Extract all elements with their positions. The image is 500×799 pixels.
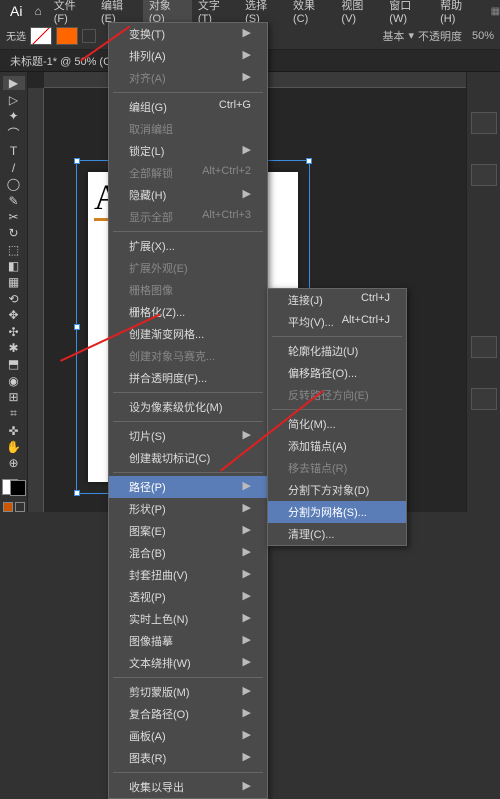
home-icon[interactable]: ⌂ [28,4,47,18]
tool-scissors[interactable]: ✂ [3,210,25,224]
panel-icon-libraries[interactable] [471,164,497,186]
menu-item[interactable]: 路径(P)▶ [109,476,267,498]
panel-icon-layers[interactable] [471,112,497,134]
tool-shape[interactable]: ◯ [3,177,25,191]
tool-perspective[interactable]: ✥ [3,308,25,322]
menu-item[interactable]: 排列(A)▶ [109,45,267,67]
app-logo: Ai [4,3,28,19]
tool-scale[interactable]: ⬚ [3,243,25,257]
tool-eyedropper[interactable]: ⬒ [3,357,25,371]
menu-item[interactable]: 收集以导出▶ [109,776,267,798]
panel-icon-properties[interactable] [471,336,497,358]
menu-item[interactable]: 锁定(L)▶ [109,140,267,162]
tool-free[interactable]: ▦ [3,275,25,289]
menu-item[interactable]: 图表(R)▶ [109,747,267,769]
tool-rotate[interactable]: ↻ [3,226,25,240]
tool-graph[interactable]: ⌗ [3,406,25,421]
tool-type[interactable]: T [3,144,25,158]
menu-item[interactable]: 栅格化(Z)... [109,301,267,323]
menu-item[interactable]: 封套扭曲(V)▶ [109,564,267,586]
menu-item[interactable]: 平均(V)...Alt+Ctrl+J [268,311,406,333]
stroke-drop[interactable] [82,29,96,43]
menu-item[interactable]: 实时上色(N)▶ [109,608,267,630]
menu-item[interactable]: 创建对象马赛克... [109,345,267,367]
menu-item[interactable]: 移去锚点(R) [268,457,406,479]
screen-mode-icon[interactable] [15,502,25,512]
menu-item[interactable]: 变换(T)▶ [109,23,267,45]
menu-item[interactable]: 全部解锁Alt+Ctrl+2 [109,162,267,184]
fill-swatch[interactable] [30,27,52,45]
menu-item[interactable]: 栅格图像 [109,279,267,301]
menu-item[interactable]: 画板(A)▶ [109,725,267,747]
menu-item[interactable]: 透视(P)▶ [109,586,267,608]
menu-item[interactable]: 设为像素级优化(M) [109,396,267,418]
menu-item[interactable]: 扩展(X)... [109,235,267,257]
tool-shape-builder[interactable]: ⟲ [3,292,25,306]
opacity-value[interactable]: 50% [472,30,494,42]
tool-direct[interactable]: ▷ [3,92,25,106]
tool-artboard[interactable]: ✜ [3,423,25,437]
tool-zoom[interactable]: ⊕ [3,456,25,470]
tool-line[interactable]: / [3,161,25,175]
tool-blend[interactable]: ◉ [3,374,25,388]
menu-item[interactable]: 轮廓化描边(U) [268,340,406,362]
opacity-label: 不透明度 [418,28,462,44]
stroke-swatch[interactable] [56,27,78,45]
tool-wand[interactable]: ✦ [3,109,25,123]
menu-item[interactable]: 显示全部Alt+Ctrl+3 [109,206,267,228]
tool-brush[interactable]: ✎ [3,193,25,207]
menu-item[interactable]: 对齐(A)▶ [109,67,267,89]
menu-item[interactable]: 图案(E)▶ [109,520,267,542]
menu-item[interactable]: 添加锚点(A) [268,435,406,457]
menu-window[interactable]: 窗口(W) [383,0,434,28]
menu-item[interactable]: 扩展外观(E) [109,257,267,279]
color-mode-icon[interactable] [3,502,13,512]
tool-symbol[interactable]: ⊞ [3,390,25,404]
right-dock [466,72,500,512]
tool-width[interactable]: ◧ [3,259,25,273]
menubar: Ai ⌂ 文件(F) 编辑(E) 对象(O) 文字(T) 选择(S) 效果(C)… [0,0,500,22]
tool-hand[interactable]: ✋ [3,440,25,454]
menu-object-dropdown: 变换(T)▶排列(A)▶对齐(A)▶ 编组(G)Ctrl+G取消编组锁定(L)▶全… [108,22,268,799]
menu-file[interactable]: 文件(F) [48,0,95,28]
menu-item[interactable]: 剪切蒙版(M)▶ [109,681,267,703]
menu-item[interactable]: 反转路径方向(E) [268,384,406,406]
menu-item[interactable]: 取消编组 [109,118,267,140]
grip-icon: ▦ [491,6,500,17]
menu-item[interactable]: 图像描摹▶ [109,630,267,652]
menu-item[interactable]: 形状(P)▶ [109,498,267,520]
mode-label: 基本 [382,28,404,44]
menu-item[interactable]: 切片(S)▶ [109,425,267,447]
tool-mesh[interactable]: ✣ [3,324,25,338]
panel-icon-color[interactable] [471,388,497,410]
ruler-vertical [28,88,44,512]
menu-item[interactable]: 连接(J)Ctrl+J [268,289,406,311]
menu-item[interactable]: 分割下方对象(D) [268,479,406,501]
menu-item[interactable]: 混合(B)▶ [109,542,267,564]
menu-item[interactable]: 隐藏(H)▶ [109,184,267,206]
menu-item[interactable]: 偏移路径(O)... [268,362,406,384]
menu-help[interactable]: 帮助(H) [434,0,482,28]
fill-stroke-swatches[interactable] [2,479,26,496]
menu-item[interactable]: 文本绕排(W)▶ [109,652,267,674]
menu-item[interactable]: 分割为网格(S)... [268,501,406,523]
menu-item[interactable]: 拼合透明度(F)... [109,367,267,389]
tool-gradient[interactable]: ✱ [3,341,25,355]
no-selection-label: 无选 [6,28,26,43]
tool-selection[interactable]: ▶ [3,76,25,90]
menu-effect[interactable]: 效果(C) [287,0,335,28]
toolbox: ▶ ▷ ✦ ⌒ T / ◯ ✎ ✂ ↻ ⬚ ◧ ▦ ⟲ ✥ ✣ ✱ ⬒ ◉ ⊞ … [0,72,28,512]
tool-lasso[interactable]: ⌒ [3,125,25,142]
menu-view[interactable]: 视图(V) [335,0,383,28]
menu-item[interactable]: 复合路径(O)▶ [109,703,267,725]
menu-item[interactable]: 编组(G)Ctrl+G [109,96,267,118]
menu-item[interactable]: 清理(C)... [268,523,406,545]
